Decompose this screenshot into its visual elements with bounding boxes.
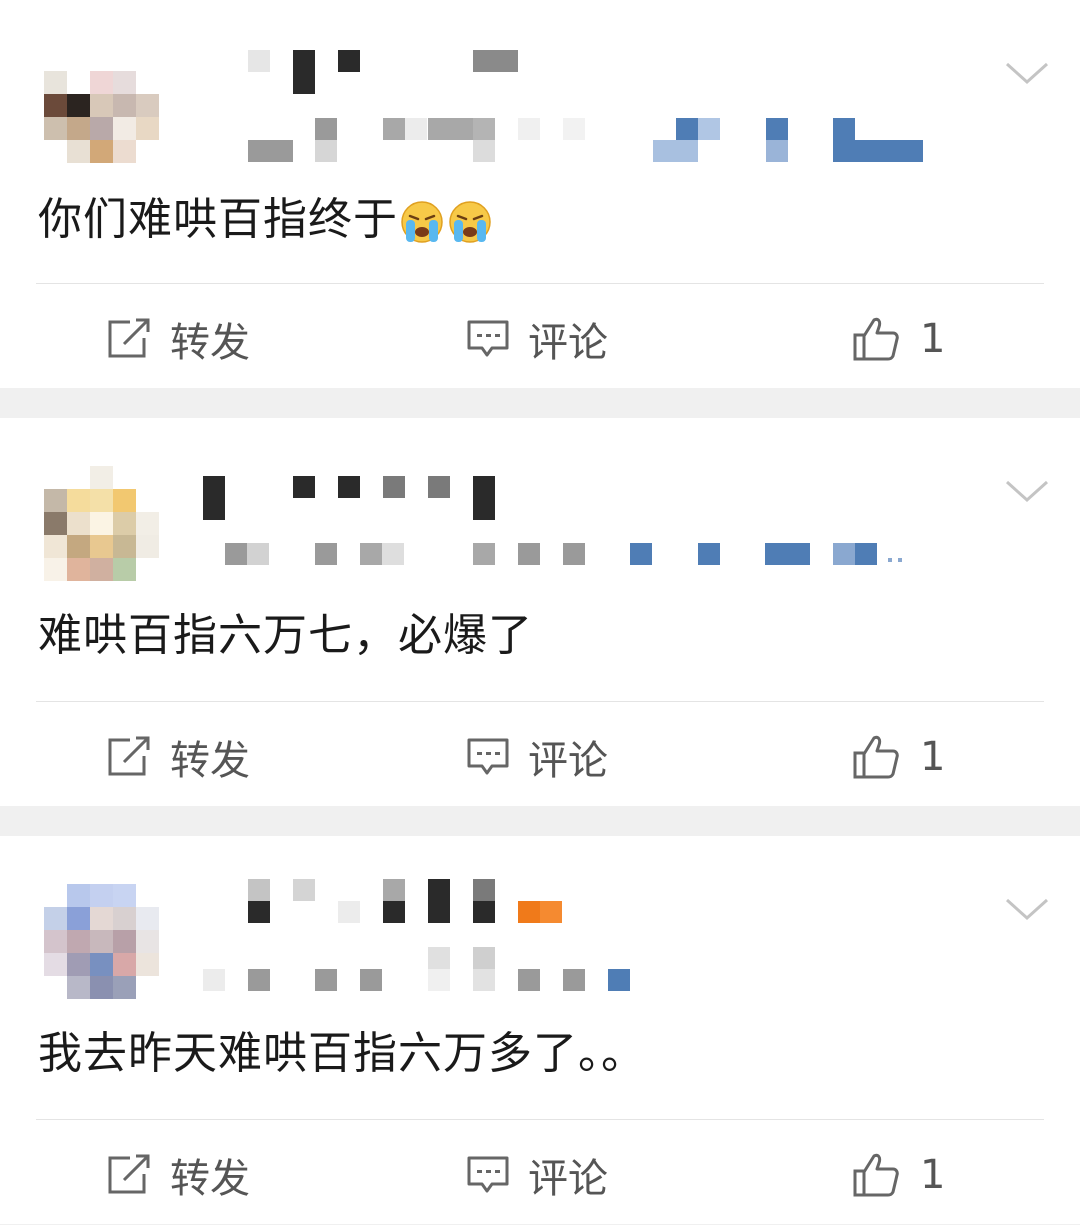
action-bar: 转发 评论 1 xyxy=(0,708,1080,806)
comment-card: 难哄百指六万七，必爆了 转发 评论 1 xyxy=(0,418,1080,806)
like-count: 1 xyxy=(920,734,946,780)
comment-button[interactable]: 评论 xyxy=(466,708,608,806)
redacted-username[interactable] xyxy=(0,418,950,588)
crying-emoji-icon xyxy=(401,201,443,243)
thumbs-up-icon xyxy=(853,317,899,361)
like-button[interactable]: 1 xyxy=(852,708,945,806)
comment-icon xyxy=(467,320,509,357)
forward-icon xyxy=(108,736,150,776)
chevron-down-icon[interactable] xyxy=(1004,894,1050,924)
action-bar: 转发 评论 1 xyxy=(0,290,1080,388)
redacted-username[interactable] xyxy=(0,0,950,170)
divider xyxy=(36,701,1044,702)
like-button[interactable]: 1 xyxy=(852,1126,945,1224)
comment-label: 评论 xyxy=(528,1156,608,1202)
action-bar: 转发 评论 1 xyxy=(0,1126,1080,1224)
forward-icon xyxy=(108,1154,150,1194)
chevron-down-icon[interactable] xyxy=(1004,58,1050,88)
comment-text-container: 你们难哄百指终于 xyxy=(38,188,492,252)
comment-icon xyxy=(467,1156,509,1193)
forward-button[interactable]: 转发 xyxy=(106,1126,250,1224)
crying-emoji-icon xyxy=(449,201,491,243)
like-count: 1 xyxy=(920,316,946,362)
forward-label: 转发 xyxy=(170,1156,250,1202)
comment-text: 我去昨天难哄百指六万多了。。 xyxy=(38,1028,646,1079)
comment-text: 你们难哄百指终于 xyxy=(38,194,398,245)
thumbs-up-icon xyxy=(853,735,899,779)
comment-card: 你们难哄百指终于 转发 评论 1 xyxy=(0,0,1080,388)
forward-button[interactable]: 转发 xyxy=(106,708,250,806)
forward-label: 转发 xyxy=(170,320,250,366)
comment-label: 评论 xyxy=(528,738,608,784)
comment-icon xyxy=(467,738,509,775)
forward-icon xyxy=(108,318,150,358)
thumbs-up-icon xyxy=(853,1153,899,1197)
chevron-down-icon[interactable] xyxy=(1004,476,1050,506)
redacted-username[interactable] xyxy=(0,836,950,1006)
forward-button[interactable]: 转发 xyxy=(106,290,250,388)
like-button[interactable]: 1 xyxy=(852,290,945,388)
like-count: 1 xyxy=(920,1152,946,1198)
comment-text: 难哄百指六万七，必爆了 xyxy=(38,610,533,661)
comment-button[interactable]: 评论 xyxy=(466,1126,608,1224)
comment-card: 我去昨天难哄百指六万多了。。 转发 评论 1 xyxy=(0,836,1080,1224)
forward-label: 转发 xyxy=(170,738,250,784)
divider xyxy=(36,283,1044,284)
divider xyxy=(36,1119,1044,1120)
comment-button[interactable]: 评论 xyxy=(466,290,608,388)
comment-label: 评论 xyxy=(528,320,608,366)
